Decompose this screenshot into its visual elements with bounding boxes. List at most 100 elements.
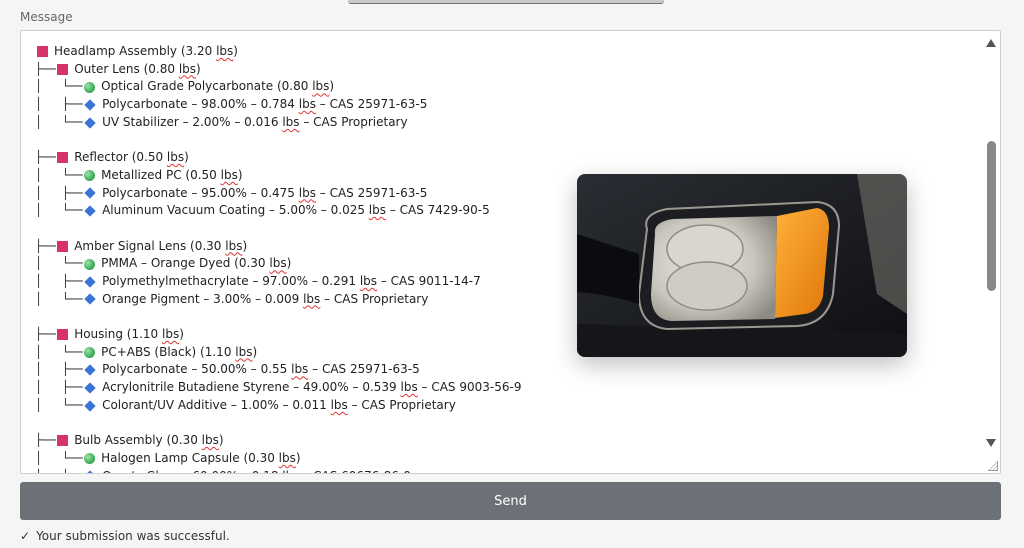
tree-branch: │ └── xyxy=(35,344,83,359)
tree-branch: ├── xyxy=(35,150,56,165)
tree-row-suffix: ) xyxy=(196,61,201,76)
spellcheck-word: lbs xyxy=(312,79,330,94)
tree-row-suffix: ) xyxy=(237,167,243,182)
spellcheck-word: lbs xyxy=(303,291,321,306)
tree-row-text: UV Stabilizer – 2.00% – 0.016 xyxy=(102,114,283,129)
tree-row-assembly: ├── Reflector (0.50 lbs) xyxy=(35,149,521,167)
blue-diamond-icon xyxy=(84,99,96,111)
status-text: Your submission was successful. xyxy=(36,529,230,543)
tree-row-text: Orange Pigment – 3.00% – 0.009 xyxy=(102,291,304,306)
submission-status: ✓ Your submission was successful. xyxy=(20,529,230,543)
tree-branch: │ ├── xyxy=(35,362,83,377)
spellcheck-word: lbs xyxy=(291,362,309,377)
green-circle-icon xyxy=(84,81,96,93)
tree-row-text: Optical Grade Polycarbonate (0.80 xyxy=(101,79,313,94)
spellcheck-word: lbs xyxy=(298,97,316,112)
tree-branch: │ └── xyxy=(35,256,83,271)
tree-row-component: │ ├── Acrylonitrile Butadiene Styrene – 4… xyxy=(35,379,521,397)
tree-row-assembly: ├── Bulb Assembly (0.30 lbs) xyxy=(35,432,521,450)
spellcheck-word: lbs xyxy=(178,61,197,76)
tree-branch: │ └── xyxy=(35,203,83,218)
tree-row-material: │ └── PMMA – Orange Dyed (0.30 lbs) xyxy=(35,255,521,273)
tree-row-material: │ └── Halogen Lamp Capsule (0.30 lbs) xyxy=(35,450,521,468)
red-square-icon xyxy=(57,240,69,252)
spellcheck-word: lbs xyxy=(282,114,300,129)
tree-branch: ├── xyxy=(35,433,56,448)
red-square-icon xyxy=(57,64,69,76)
tree-row-suffix: – CAS 25971-63-5 xyxy=(315,185,428,200)
textarea-scrollbar[interactable] xyxy=(984,31,1000,473)
tree-branch: │ └── xyxy=(35,450,83,465)
spellcheck-word: lbs xyxy=(162,327,180,341)
spellcheck-word: lbs xyxy=(269,256,287,271)
tree-row-text: Headlamp Assembly (3.20 xyxy=(54,44,217,58)
tree-gap xyxy=(35,131,521,149)
tree-row-component: │ ├── Polycarbonate – 50.00% – 0.55 lbs –… xyxy=(35,361,521,379)
tree-row-text: Quartz Glass – 60.00% – 0.18 xyxy=(102,468,282,474)
spellcheck-word: lbs xyxy=(298,185,316,200)
tree-row-component: │ ├── Quartz Glass – 60.00% – 0.18 lbs – … xyxy=(35,468,521,474)
tree-row-text: Polycarbonate – 98.00% – 0.784 xyxy=(102,97,299,112)
tree-branch: ├── xyxy=(35,327,56,341)
blue-diamond-icon xyxy=(84,187,96,200)
scroll-up-arrow-icon[interactable] xyxy=(986,39,996,47)
tree-row-assembly: Headlamp Assembly (3.20 lbs) xyxy=(35,43,521,61)
tree-row-component: │ └── Colorant/UV Additive – 1.00% – 0.01… xyxy=(35,397,521,415)
tree-row-text: Outer Lens (0.80 xyxy=(74,61,179,76)
headlamp-photo xyxy=(577,174,907,357)
resize-handle-icon[interactable] xyxy=(988,461,998,471)
tree-row-component: │ └── UV Stabilizer – 2.00% – 0.016 lbs –… xyxy=(35,114,521,132)
tree-row-text: Housing (1.10 xyxy=(74,327,162,341)
tree-row-material: │ └── Optical Grade Polycarbonate (0.80 l… xyxy=(35,78,521,96)
tree-row-text: Halogen Lamp Capsule (0.30 xyxy=(101,450,279,465)
send-button[interactable]: Send xyxy=(20,482,1001,520)
spellcheck-word: lbs xyxy=(166,150,185,165)
tree-row-text: Polymethylmethacrylate – 97.00% – 0.291 xyxy=(102,273,360,288)
tree-row-suffix: ) xyxy=(233,44,238,58)
tree-branch: │ ├── xyxy=(35,97,83,112)
tree-row-assembly: ├── Outer Lens (0.80 lbs) xyxy=(35,61,521,79)
tree-row-text: Acrylonitrile Butadiene Styrene – 49.00%… xyxy=(102,380,401,395)
message-label: Message xyxy=(20,10,73,24)
spellcheck-word: lbs xyxy=(220,167,238,182)
tree-row-suffix: – CAS 9011-14-7 xyxy=(377,273,481,288)
blue-diamond-icon xyxy=(84,399,96,412)
tree-gap xyxy=(35,308,521,326)
scroll-thumb[interactable] xyxy=(987,141,996,291)
red-square-icon xyxy=(37,46,48,58)
tree-gap xyxy=(35,220,521,238)
tree-row-component: │ └── Orange Pigment – 3.00% – 0.009 lbs … xyxy=(35,291,521,309)
tree-branch: │ ├── xyxy=(35,380,83,395)
tree-row-suffix: – CAS Proprietary xyxy=(347,397,456,412)
tree-row-suffix: ) xyxy=(179,327,184,341)
tree-row-suffix: – CAS 25971-63-5 xyxy=(308,362,420,377)
bom-tree: Headlamp Assembly (3.20 lbs) ├── Outer Len… xyxy=(35,43,521,474)
spellcheck-word: lbs xyxy=(282,468,299,474)
tree-row-text: Reflector (0.50 xyxy=(74,150,167,165)
tree-row-text: Amber Signal Lens (0.30 xyxy=(74,238,226,253)
blue-diamond-icon xyxy=(84,364,96,376)
scroll-down-arrow-icon[interactable] xyxy=(986,439,996,447)
tree-row-suffix: – CAS Proprietary xyxy=(320,291,429,306)
blue-diamond-icon xyxy=(84,470,96,473)
spellcheck-word: lbs xyxy=(216,44,234,58)
tree-row-text: PMMA – Orange Dyed (0.30 xyxy=(101,256,270,271)
message-textarea[interactable]: Headlamp Assembly (3.20 lbs) ├── Outer Len… xyxy=(20,30,1001,474)
tree-branch: │ ├── xyxy=(35,468,83,474)
tree-row-suffix: – CAS 9003-56-9 xyxy=(417,380,522,395)
tree-branch: │ └── xyxy=(35,114,83,129)
checkmark-icon: ✓ xyxy=(20,529,31,543)
spellcheck-word: lbs xyxy=(201,433,219,448)
tree-branch: ├── xyxy=(35,238,56,253)
spellcheck-word: lbs xyxy=(368,203,386,218)
tree-row-text: Polycarbonate – 95.00% – 0.475 xyxy=(102,185,299,200)
tree-branch: │ └── xyxy=(35,167,83,182)
spellcheck-word: lbs xyxy=(278,450,296,465)
blue-diamond-icon xyxy=(84,276,96,288)
tree-row-suffix: ) xyxy=(184,150,189,165)
tree-row-text: Bulb Assembly (0.30 xyxy=(74,433,202,448)
top-tab-handle xyxy=(348,0,664,4)
spellcheck-word: lbs xyxy=(330,397,348,412)
tree-row-component: │ ├── Polycarbonate – 98.00% – 0.784 lbs … xyxy=(35,96,521,114)
spellcheck-word: lbs xyxy=(235,344,253,359)
